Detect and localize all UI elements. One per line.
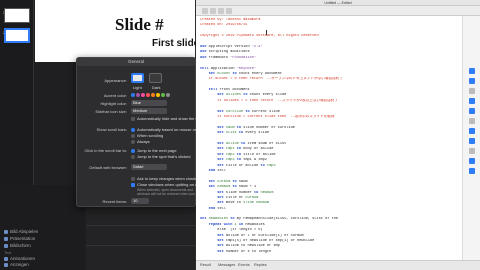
click-scroll-label: Click in the scroll bar to: bbox=[84, 148, 127, 153]
object-list-sidebar: Bild Abspielen Präsentation Bildschirm T… bbox=[0, 185, 85, 270]
jump-to-spot-radio[interactable]: Jump to the spot that's clicked bbox=[131, 154, 190, 159]
recent-items-label: Recent items: bbox=[102, 199, 127, 204]
library-button[interactable] bbox=[469, 108, 475, 114]
library-button[interactable] bbox=[469, 158, 475, 164]
result-pane-tabs: Result Messages Events Replies bbox=[196, 260, 480, 270]
library-button[interactable] bbox=[469, 168, 475, 174]
appearance-dark-option[interactable] bbox=[149, 73, 162, 83]
jump-next-page-radio[interactable]: Jump to the next page bbox=[131, 148, 177, 153]
slide-thumbnail-2[interactable] bbox=[4, 28, 30, 43]
library-button[interactable] bbox=[469, 88, 475, 94]
scroll-bars-label: Show scroll bars: bbox=[96, 127, 127, 132]
sidebar-icon-size-label: Sidebar icon size: bbox=[95, 109, 127, 114]
highlight-color-popup[interactable]: Blue bbox=[131, 100, 167, 106]
appearance-label: Appearance: bbox=[104, 78, 127, 83]
library-button[interactable] bbox=[469, 118, 475, 124]
tab-result[interactable]: Result bbox=[200, 263, 211, 267]
library-button[interactable] bbox=[469, 138, 475, 144]
library-button[interactable] bbox=[469, 68, 475, 74]
tab-messages[interactable]: Messages bbox=[218, 263, 235, 267]
radio-icon bbox=[131, 139, 135, 144]
checkbox-icon bbox=[131, 116, 135, 121]
checkbox-icon bbox=[131, 182, 135, 187]
layer-icon bbox=[4, 236, 8, 241]
tab-replies[interactable]: Replies bbox=[254, 263, 267, 267]
text-cursor bbox=[266, 30, 267, 35]
library-button[interactable] bbox=[469, 148, 475, 154]
general-preferences-dialog: General Appearance: Light Dark Accent co… bbox=[76, 57, 219, 207]
library-button[interactable] bbox=[469, 98, 475, 104]
code-line[interactable]: set number of s to length bbox=[200, 250, 458, 255]
scroll-always-radio[interactable]: Always bbox=[131, 139, 150, 144]
sidebar-item[interactable]: Bildschirm bbox=[4, 243, 74, 250]
library-button[interactable] bbox=[469, 78, 475, 84]
slide-title[interactable]: Slide # bbox=[115, 15, 164, 35]
layer-icon bbox=[4, 262, 8, 267]
script-editor-window: Untitled — Edited Created by: Takeshi Na… bbox=[196, 0, 480, 270]
tab-events[interactable]: Events bbox=[238, 263, 250, 267]
side-toolbar bbox=[462, 16, 480, 260]
stop-button[interactable] bbox=[210, 8, 216, 14]
sidebar-icon-size-popup[interactable]: Medium bbox=[131, 108, 167, 114]
radio-icon bbox=[131, 154, 135, 159]
layer-icon bbox=[4, 256, 8, 261]
compile-button[interactable] bbox=[226, 8, 232, 14]
radio-icon bbox=[131, 127, 135, 132]
appearance-dark-label: Dark bbox=[152, 85, 161, 90]
layer-icon bbox=[4, 229, 8, 234]
appearance-light-option[interactable] bbox=[131, 73, 144, 83]
radio-icon bbox=[131, 133, 135, 138]
radio-icon bbox=[131, 148, 135, 153]
run-button[interactable] bbox=[218, 8, 224, 14]
recent-items-popup[interactable]: 10 bbox=[131, 198, 149, 204]
divider bbox=[86, 245, 195, 246]
divider bbox=[86, 225, 195, 226]
close-windows-checkbox[interactable]: Close windows when quitting an app bbox=[131, 182, 202, 187]
default-browser-label: Default web browser: bbox=[89, 165, 127, 170]
default-browser-popup[interactable]: Safari bbox=[131, 164, 167, 170]
layer-icon bbox=[4, 243, 8, 248]
slide-thumbnail-1[interactable] bbox=[4, 8, 30, 23]
library-button[interactable] bbox=[469, 128, 475, 134]
close-windows-note: When selected, open documents and window… bbox=[137, 188, 195, 196]
dialog-title: General bbox=[77, 58, 195, 66]
appearance-light-label: Light bbox=[133, 85, 142, 90]
sidebar-item[interactable]: Bild Abspielen bbox=[4, 229, 74, 236]
script-code-area[interactable]: Created by: Takeshi Nakamura Created on: … bbox=[196, 16, 462, 260]
accent-color-swatches[interactable] bbox=[131, 93, 170, 98]
scroll-when-radio[interactable]: When scrolling bbox=[131, 133, 163, 138]
editor-toolbar bbox=[196, 6, 480, 16]
record-button[interactable] bbox=[202, 8, 208, 14]
slide-subtitle[interactable]: First slide bbox=[152, 38, 199, 49]
sidebar-item[interactable]: Präsentation bbox=[4, 236, 74, 243]
checkbox-icon bbox=[131, 176, 135, 181]
sidebar-item[interactable]: Anzeigen bbox=[4, 262, 74, 269]
accent-color-label: Accent color: bbox=[103, 93, 127, 98]
highlight-color-label: Highlight color: bbox=[100, 101, 127, 106]
